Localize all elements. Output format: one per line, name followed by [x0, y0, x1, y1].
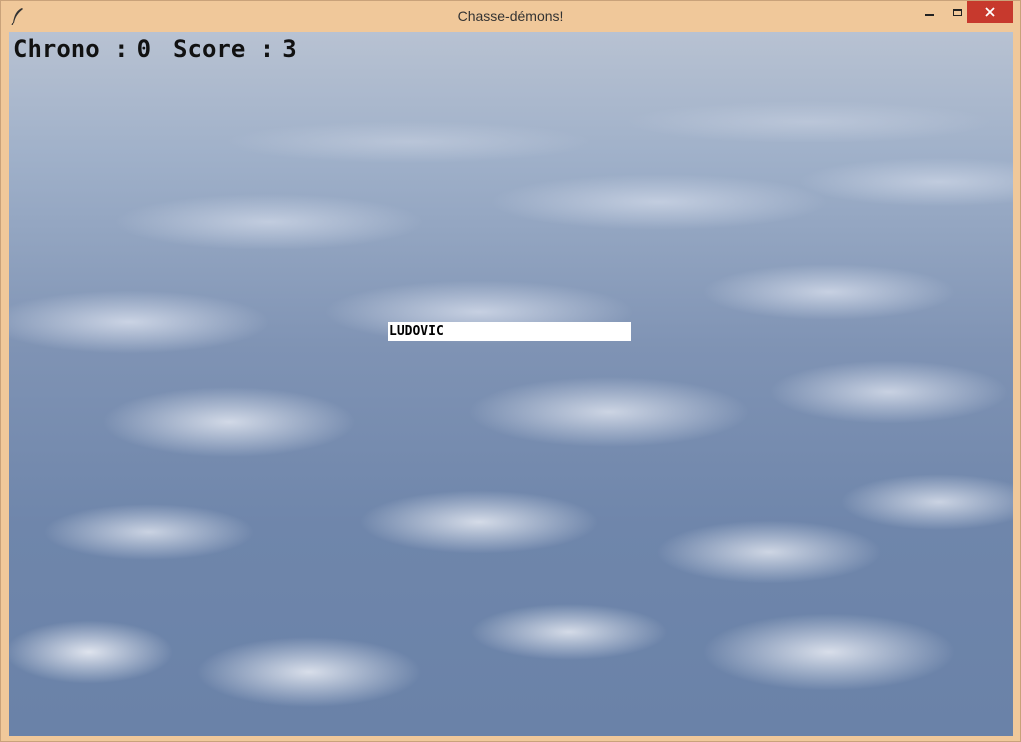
window-title: Chasse-démons! [457, 8, 564, 24]
title-bar[interactable]: Chasse-démons! [1, 1, 1020, 31]
score-value: 3 [282, 35, 297, 63]
maximize-icon [952, 8, 962, 16]
game-canvas[interactable]: Chrono :0 Score :3 [9, 32, 1013, 736]
minimize-button[interactable] [915, 1, 943, 23]
hud: Chrono :0 Score :3 [13, 35, 297, 63]
player-name-input[interactable] [388, 322, 631, 341]
close-button[interactable] [967, 1, 1013, 23]
minimize-icon [924, 14, 934, 16]
chrono-label: Chrono : [13, 35, 129, 63]
app-window: Chasse-démons! Chrono :0 Score :3 [0, 0, 1021, 742]
chrono-value: 0 [136, 35, 152, 63]
close-icon [985, 7, 995, 17]
score-label: Score : [173, 35, 275, 63]
